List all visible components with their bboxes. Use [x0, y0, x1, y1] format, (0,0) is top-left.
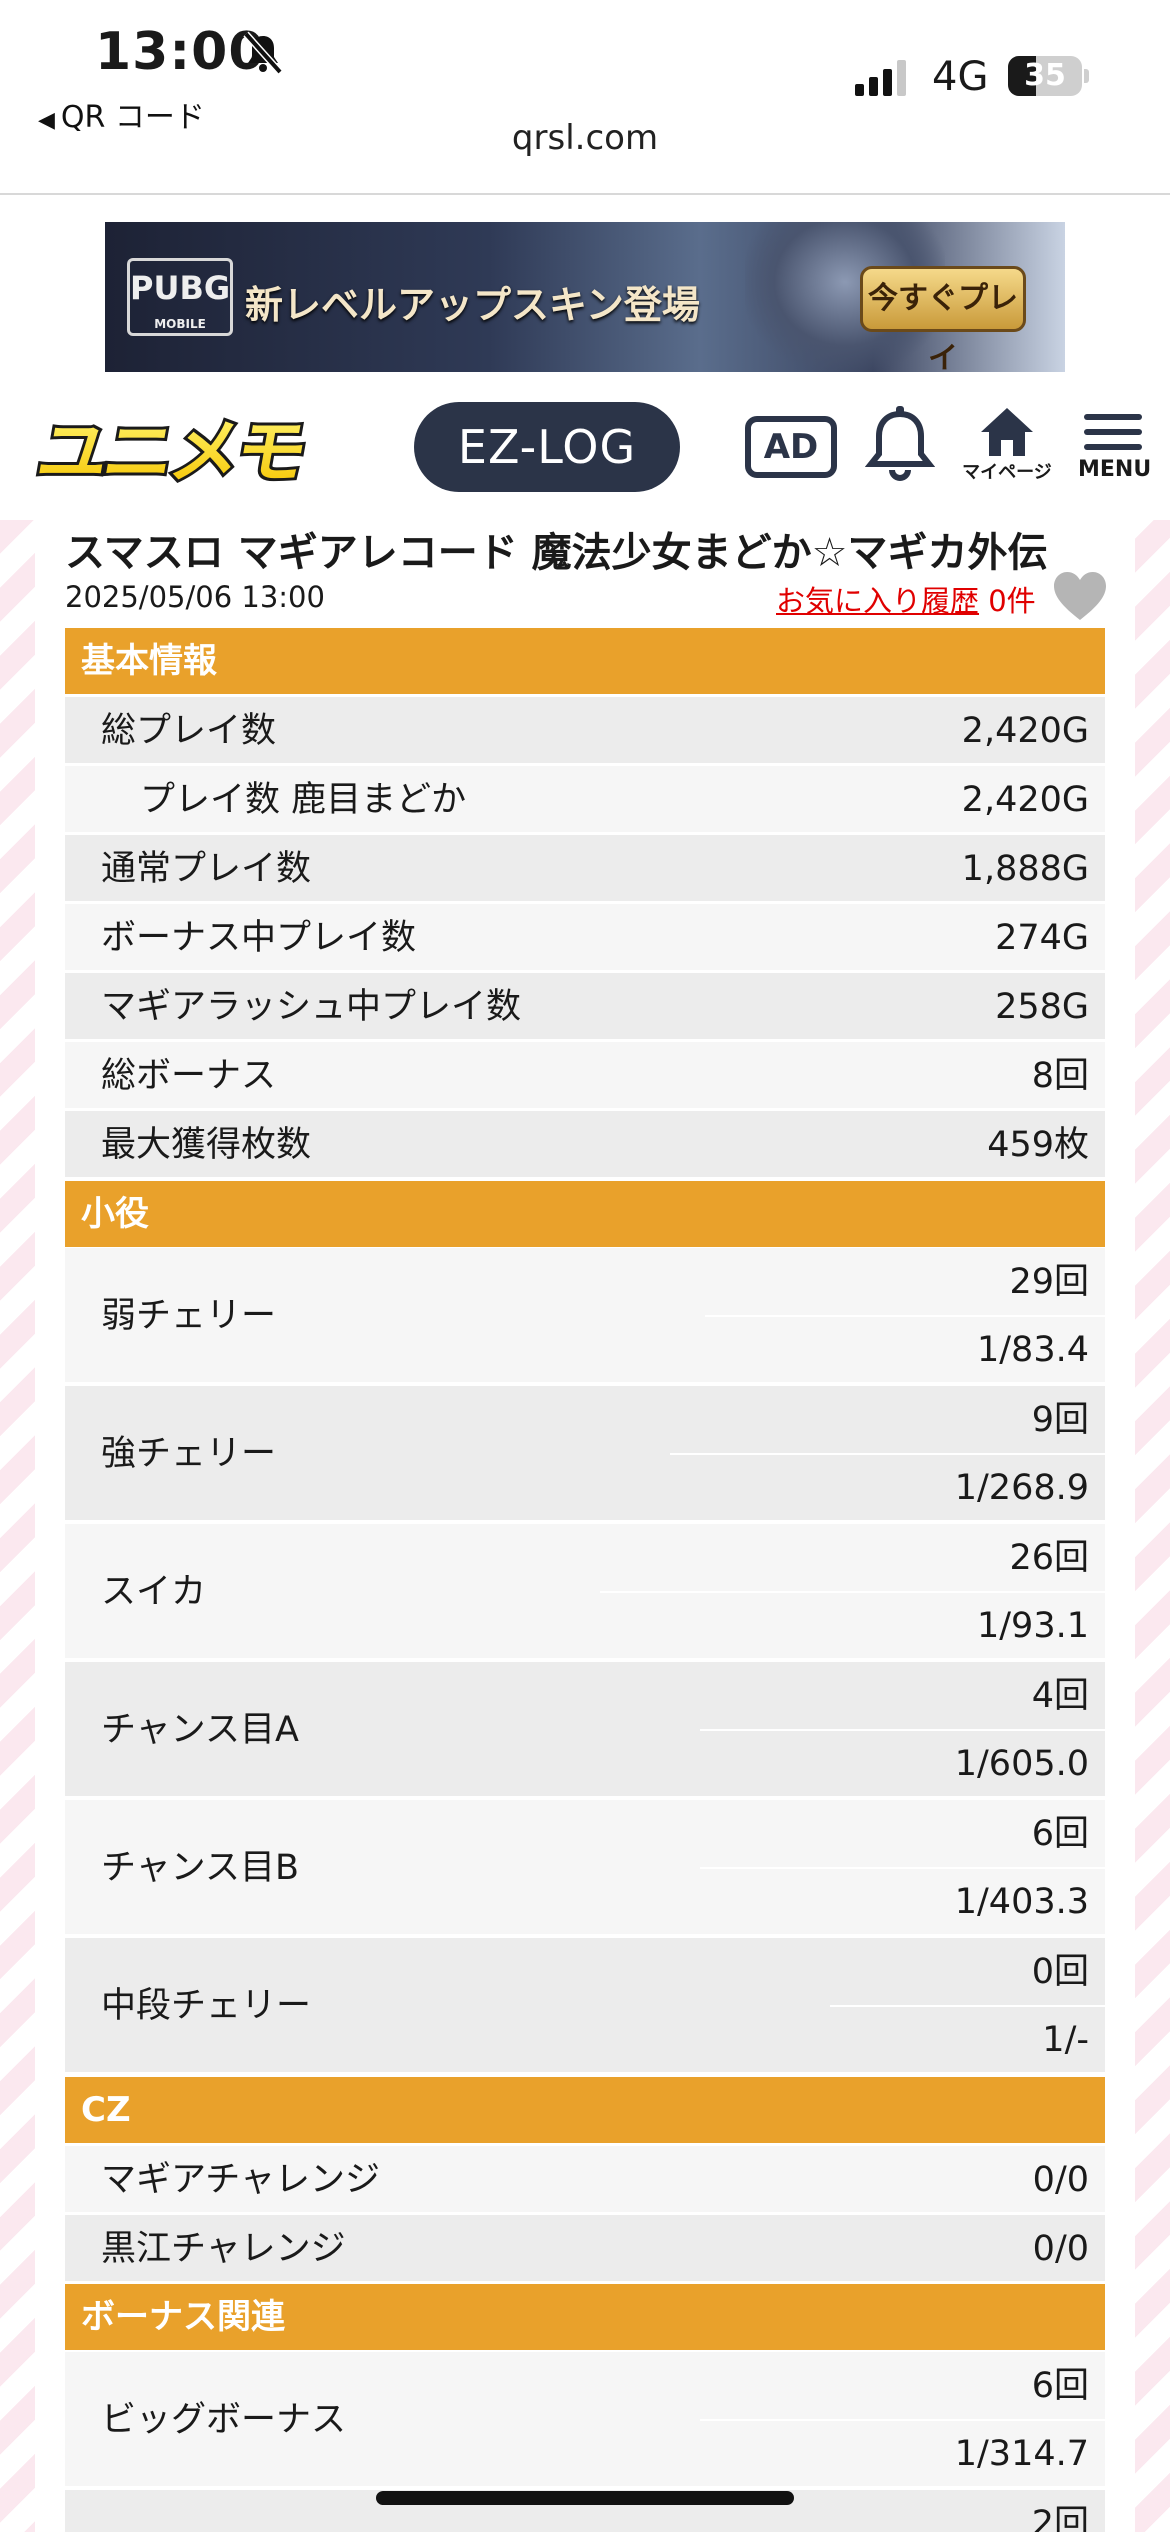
- date-stamp: 2025/05/06 13:00: [65, 580, 325, 614]
- divider: [0, 193, 1170, 195]
- url-bar[interactable]: qrsl.com: [0, 118, 1170, 194]
- table-row: チャンス目A 4回 1/605.0: [65, 1662, 1105, 1798]
- site-logo[interactable]: ユニメモ: [24, 410, 354, 490]
- row-label: 黒江チャレンジ: [101, 2229, 346, 2269]
- page-title: スマスロ マギアレコード 魔法少女まどか☆マギカ外伝: [65, 530, 1048, 576]
- mypage-button[interactable]: マイページ: [962, 406, 1052, 502]
- section-header-cz: CZ: [65, 2077, 1105, 2143]
- row-label: ボーナス中プレイ数: [101, 918, 417, 958]
- ezlog-button[interactable]: EZ-LOG: [414, 402, 680, 492]
- row-label: 強チェリー: [101, 1434, 277, 1474]
- favorite-history: お気に入り履歴 0件: [776, 578, 1036, 620]
- mypage-label: マイページ: [962, 462, 1052, 483]
- row-label: 総ボーナス: [101, 1056, 277, 1096]
- cellular-signal-icon: [855, 60, 906, 96]
- table-row: 中段チェリー 0回 1/-: [65, 1938, 1105, 2074]
- row-value: 0/0: [1032, 2229, 1089, 2269]
- row-label: 中段チェリー: [101, 1986, 312, 2026]
- row-count: 6回: [1031, 1814, 1089, 1854]
- table-row: ボーナス中プレイ数 274G: [65, 904, 1105, 972]
- site-header: ユニメモ EZ-LOG AD マイページ MENU: [0, 388, 1170, 508]
- row-label: 総プレイ数: [101, 711, 277, 751]
- row-label: 通常プレイ数: [101, 849, 312, 889]
- row-value: 0/0: [1032, 2160, 1089, 2200]
- svg-text:ユニメモ: ユニメモ: [31, 411, 309, 490]
- row-count: 29回: [1009, 1262, 1089, 1302]
- home-indicator[interactable]: [376, 2491, 794, 2505]
- table-row: 最大獲得枚数 459枚: [65, 1111, 1105, 1179]
- row-label: スイカ: [101, 1572, 207, 1612]
- ad-banner[interactable]: PUBG MOBILE 新レベルアップスキン登場 今すぐプレイ: [105, 222, 1065, 372]
- table-row: プレイ数 鹿目まどか 2,420G: [65, 766, 1105, 834]
- table-row: マギアラッシュ中プレイ数 258G: [65, 973, 1105, 1041]
- row-rate: 1/-: [1042, 2020, 1089, 2060]
- ad-badge-button[interactable]: AD: [745, 416, 837, 478]
- notification-bell-icon[interactable]: [865, 406, 935, 486]
- bell-off-icon: [243, 31, 283, 75]
- favorite-history-link[interactable]: お気に入り履歴: [776, 584, 979, 618]
- row-rate: 1/268.9: [954, 1468, 1089, 1508]
- table-row: スイカ 26回 1/93.1: [65, 1524, 1105, 1660]
- ad-logo: PUBG MOBILE: [127, 258, 233, 336]
- row-label: プレイ数 鹿目まどか: [140, 780, 467, 820]
- section-header-basic-info: 基本情報: [65, 628, 1105, 694]
- ad-headline: 新レベルアップスキン登場: [245, 283, 700, 327]
- table-row: 総プレイ数 2,420G: [65, 697, 1105, 765]
- row-value: 8回: [1031, 1056, 1089, 1096]
- row-rate: 1/93.1: [977, 1606, 1089, 1646]
- home-icon: [981, 408, 1033, 456]
- row-value: 258G: [995, 987, 1089, 1027]
- favorite-count: 0件: [988, 584, 1036, 618]
- network-type: 4G: [932, 54, 989, 100]
- ad-logo-sub: MOBILE: [154, 317, 206, 331]
- table-row: チャンス目B 6回 1/403.3: [65, 1800, 1105, 1936]
- row-count: 6回: [1031, 2366, 1089, 2406]
- table-row: マギアチャレンジ 0/0: [65, 2146, 1105, 2214]
- row-count: 4回: [1031, 1676, 1089, 1716]
- table-row: 通常プレイ数 1,888G: [65, 835, 1105, 903]
- table-row: 弱チェリー 29回 1/83.4: [65, 1248, 1105, 1384]
- row-count: 26回: [1009, 1538, 1089, 1578]
- battery-indicator: 35: [1008, 56, 1089, 96]
- section-header-bonus: ボーナス関連: [65, 2284, 1105, 2350]
- row-rate: 1/314.7: [954, 2434, 1089, 2474]
- row-rate: 1/83.4: [977, 1330, 1089, 1370]
- row-count: 2回: [1031, 2504, 1089, 2532]
- row-value: 2,420G: [961, 711, 1089, 751]
- menu-label: MENU: [1078, 457, 1152, 482]
- row-value: 274G: [995, 918, 1089, 958]
- table-row: 黒江チャレンジ 0/0: [65, 2215, 1105, 2283]
- hamburger-icon: [1078, 414, 1148, 450]
- row-label: 弱チェリー: [101, 1296, 277, 1336]
- heart-icon[interactable]: [1052, 570, 1108, 622]
- row-label: チャンス目A: [101, 1710, 299, 1750]
- row-label: 最大獲得枚数: [101, 1125, 312, 1165]
- row-value: 1,888G: [961, 849, 1089, 889]
- row-count: 9回: [1031, 1400, 1089, 1440]
- section-header-small-roles: 小役: [65, 1181, 1105, 1247]
- row-label: マギアラッシュ中プレイ数: [101, 987, 522, 1027]
- table-row: 強チェリー 9回 1/268.9: [65, 1386, 1105, 1522]
- row-rate: 1/605.0: [954, 1744, 1089, 1784]
- battery-level: 35: [1024, 58, 1066, 93]
- status-bar: 13:00 ◀ QR コード 4G 35: [0, 0, 1170, 135]
- ad-logo-text: PUBG: [130, 269, 231, 307]
- ad-play-button[interactable]: 今すぐプレイ: [860, 266, 1026, 372]
- row-value: 459枚: [987, 1125, 1089, 1165]
- row-value: 2,420G: [961, 780, 1089, 820]
- table-row: ビッグボーナス 6回 1/314.7: [65, 2352, 1105, 2488]
- menu-button[interactable]: MENU: [1078, 414, 1152, 502]
- table-row: 総ボーナス 8回: [65, 1042, 1105, 1110]
- row-label: チャンス目B: [101, 1848, 299, 1888]
- row-label: マギアチャレンジ: [101, 2160, 380, 2200]
- row-label: ビッグボーナス: [101, 2400, 347, 2440]
- row-count: 0回: [1031, 1952, 1089, 1992]
- row-rate: 1/403.3: [954, 1882, 1089, 1922]
